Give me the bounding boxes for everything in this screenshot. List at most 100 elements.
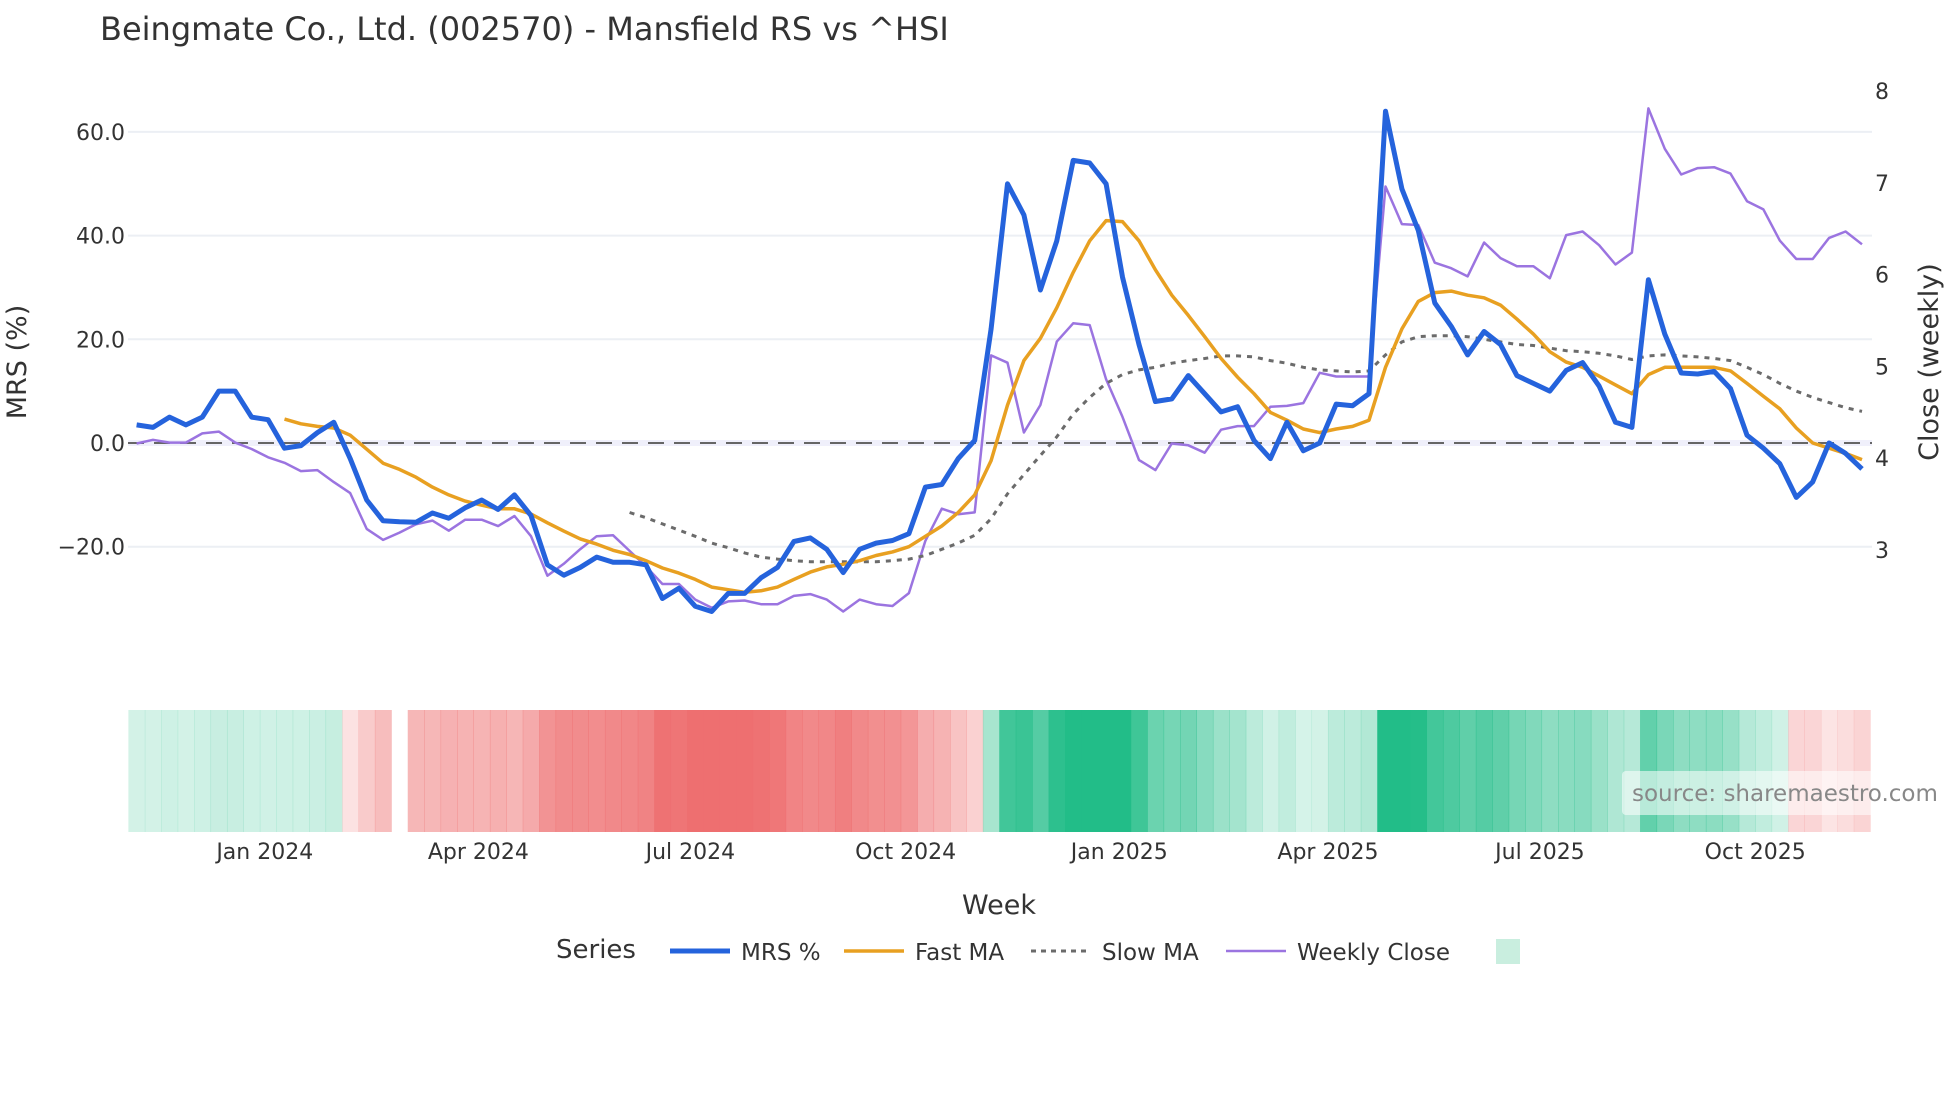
heatmap-cell [325, 710, 343, 832]
heatmap-cell [1492, 710, 1510, 832]
y-tick-label: 40.0 [76, 225, 125, 250]
x-axis-title: Week [962, 890, 1036, 921]
heatmap-cell [1393, 710, 1411, 832]
heatmap-cell [654, 710, 672, 832]
heatmap-cell [243, 710, 261, 832]
x-tick-label: Apr 2025 [1277, 840, 1378, 865]
heatmap-cell [144, 710, 162, 832]
x-tick-label: Jan 2024 [214, 840, 313, 865]
source-text: source: sharemaestro.com [1632, 781, 1938, 807]
heatmap-cell [1015, 710, 1033, 832]
heatmap-cell [588, 710, 606, 832]
heatmap-cell [1081, 710, 1099, 832]
x-tick-label: Jul 2025 [1493, 840, 1585, 865]
y2-tick-label: 8 [1875, 80, 1889, 105]
y-tick-label: 0.0 [90, 432, 125, 457]
heatmap-cell [1097, 710, 1115, 832]
heatmap-cell [802, 710, 820, 832]
y-tick-label: −20.0 [58, 536, 125, 561]
heatmap-cell [309, 710, 327, 832]
heatmap-cell [572, 710, 589, 832]
x-tick-label: Jul 2024 [644, 840, 736, 865]
heatmap-cell [1574, 710, 1592, 832]
heatmap-cell [374, 710, 392, 832]
legend-item-weekly-close[interactable]: Weekly Close [1226, 940, 1450, 966]
heatmap-cell [950, 710, 967, 832]
heatmap-cell [457, 710, 474, 832]
y-axis-title: MRS (%) [2, 305, 33, 420]
heatmap-cell [1360, 710, 1378, 832]
heatmap-cell [1229, 710, 1247, 832]
heatmap-cell [555, 710, 573, 832]
heatmap-cell [752, 710, 770, 832]
heatmap-cell [1377, 710, 1395, 832]
heatmap-cell [177, 710, 195, 832]
heatmap-cell [1590, 710, 1608, 832]
mrs-heatmap-strip [128, 710, 1871, 832]
heatmap-cell [1327, 710, 1345, 832]
y2-tick-label: 7 [1875, 172, 1889, 197]
heatmap-cell [670, 710, 688, 832]
legend: Series MRS % Fast MA Slow MA Weekly Clos… [556, 935, 1520, 966]
heatmap-cell [489, 710, 507, 832]
heatmap-cell [1114, 710, 1132, 832]
mrs-chart: Beingmate Co., Ltd. (002570) - Mansfield… [2, 10, 1960, 966]
heatmap-cell [358, 710, 376, 832]
heatmap-cell [884, 710, 902, 832]
heatmap-cell [473, 710, 491, 832]
heatmap-cell [703, 710, 721, 832]
y-axis-left-ticks: 60.0 40.0 20.0 0.0 −20.0 [58, 121, 125, 561]
heatmap-cell [440, 710, 458, 832]
x-tick-label: Apr 2024 [428, 840, 529, 865]
heatmap-cell [1344, 710, 1362, 832]
series-line-mrs [136, 108, 1864, 614]
heatmap-cell [292, 710, 310, 832]
heatmap-cell [194, 710, 212, 832]
x-axis-ticks: Jan 2024 Apr 2024 Jul 2024 Oct 2024 Jan 2025… [214, 840, 1805, 865]
heatmap-cell [424, 710, 442, 832]
heatmap-cell [867, 710, 885, 832]
heatmap-cell [769, 710, 787, 832]
heatmap-cell [161, 710, 179, 832]
heatmap-cell [1147, 710, 1165, 832]
heatmap-cell [1130, 710, 1148, 832]
series-line-close [136, 107, 1863, 613]
y-tick-label: 20.0 [76, 328, 125, 353]
heatmap-cell [342, 710, 359, 832]
heatmap-cell [982, 710, 1000, 832]
legend-item-fast-ma[interactable]: Fast MA [844, 940, 1004, 966]
heatmap-cell [1212, 710, 1230, 832]
legend-label: Fast MA [915, 940, 1004, 966]
chart-title: Beingmate Co., Ltd. (002570) - Mansfield… [100, 10, 949, 48]
heatmap-cell [1196, 710, 1214, 832]
y-tick-label: 60.0 [76, 121, 125, 146]
heatmap-cell [1508, 710, 1526, 832]
heatmap-cell [818, 710, 836, 832]
y2-tick-label: 6 [1875, 264, 1889, 289]
y2-tick-label: 4 [1875, 447, 1889, 472]
source-watermark: source: sharemaestro.com [1622, 771, 1960, 815]
heatmap-cell [1180, 710, 1197, 832]
legend-label: Slow MA [1102, 940, 1199, 966]
series-lines [136, 107, 1864, 614]
heatmap-cell [259, 710, 277, 832]
heatmap-cell [226, 710, 244, 832]
legend-item-heatmap-swatch[interactable] [1496, 939, 1520, 964]
heatmap-cell [1525, 710, 1543, 832]
heatmap-cell [1048, 710, 1066, 832]
heatmap-cell [900, 710, 918, 832]
heatmap-cell [637, 710, 655, 832]
y2-tick-label: 5 [1875, 355, 1889, 380]
heatmap-cell [851, 710, 869, 832]
heatmap-cell [1163, 710, 1181, 832]
heatmap-cell [1245, 710, 1263, 832]
legend-item-slow-ma[interactable]: Slow MA [1031, 940, 1199, 966]
heatmap-cell [834, 710, 852, 832]
legend-item-mrs[interactable]: MRS % [670, 940, 821, 966]
heatmap-cell [1558, 710, 1575, 832]
heatmap-cell [1541, 710, 1559, 832]
heatmap-cell [1426, 710, 1444, 832]
y2-tick-label: 3 [1875, 539, 1889, 564]
heatmap-cell [506, 710, 524, 832]
heatmap-cell [1410, 710, 1428, 832]
